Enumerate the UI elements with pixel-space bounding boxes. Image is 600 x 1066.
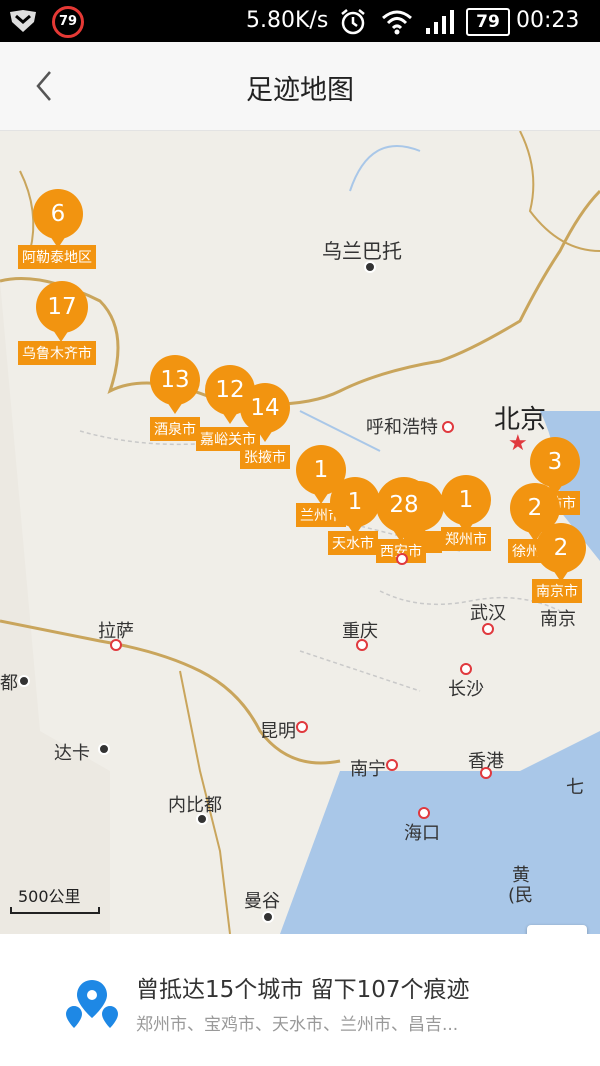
- visited-cities: 郑州市、宝鸡市、天水市、兰州市、昌吉...: [136, 1015, 459, 1035]
- marker-label-jiuquan: 酒泉市: [150, 417, 200, 441]
- map-label-haikou: 海口: [404, 823, 440, 844]
- footprint-marker-altay[interactable]: 6: [33, 189, 83, 248]
- map-label-kunming: 昆明: [260, 721, 296, 742]
- zoom-in-button[interactable]: +: [527, 925, 587, 934]
- map-label-qi: 七: [566, 777, 584, 798]
- map-label-min: (民: [508, 885, 534, 906]
- footprint-marker-zhengzhou[interactable]: 1: [441, 475, 491, 534]
- city-dot: [386, 759, 398, 771]
- signal-icon: [426, 10, 454, 34]
- footprint-marker-zhangye[interactable]: 14: [240, 383, 290, 442]
- footprint-marker-xian[interactable]: 28: [376, 477, 432, 542]
- map-label-huhehaote: 呼和浩特: [366, 417, 438, 438]
- footprint-marker-jiuquan[interactable]: 13: [150, 355, 200, 414]
- city-dot: [110, 639, 122, 651]
- shield-icon: [10, 10, 36, 32]
- map-label-mangu: 曼谷: [244, 891, 280, 912]
- city-dot: [98, 743, 110, 755]
- summary-panel[interactable]: 曾抵达15个城市 留下107个痕迹 郑州市、宝鸡市、天水市、兰州市、昌吉...: [0, 934, 600, 1066]
- network-speed: 5.80K/s: [246, 8, 329, 33]
- zoom-controls: + −: [527, 925, 587, 934]
- clock: 00:23: [516, 8, 580, 33]
- city-dot: [482, 623, 494, 635]
- footprint-map[interactable]: 乌兰巴托 北京 ★ 呼和浩特 拉萨 重庆 武汉 南京 长沙 都 昆明 达卡 南宁…: [0, 131, 600, 934]
- page-title: 足迹地图: [246, 75, 354, 106]
- wifi-icon: [382, 10, 412, 35]
- map-label-daka: 达卡: [54, 743, 90, 764]
- marker-label-tianshui: 天水市: [328, 531, 378, 555]
- map-label-nanning: 南宁: [350, 759, 386, 780]
- summary-title: 曾抵达15个城市 留下107个痕迹: [136, 977, 470, 1003]
- marker-label-nanjing: 南京市: [532, 579, 582, 603]
- notification-badge: 79: [52, 6, 84, 38]
- capital-star-icon: ★: [508, 431, 528, 456]
- app-header: 足迹地图: [0, 42, 600, 131]
- map-label-du: 都: [0, 673, 18, 694]
- city-dot: [196, 813, 208, 825]
- city-dot: [442, 421, 454, 433]
- city-dot: [460, 663, 472, 675]
- scale-bar: [10, 907, 100, 914]
- city-dot: [18, 675, 30, 687]
- alarm-icon: [341, 9, 365, 35]
- city-dot: [262, 911, 274, 923]
- city-dot: [418, 807, 430, 819]
- status-bar: 79 5.80K/s 79 00:23: [0, 0, 600, 42]
- marker-label-zhangye: 张掖市: [240, 445, 290, 469]
- map-label-changsha: 长沙: [448, 679, 484, 700]
- city-dot: [296, 721, 308, 733]
- marker-label-altay: 阿勒泰地区: [18, 245, 96, 269]
- scale-label: 500公里: [18, 887, 81, 906]
- footprint-marker-tianshui[interactable]: 1: [330, 477, 380, 536]
- footprint-marker-urumqi[interactable]: 17: [36, 281, 88, 342]
- marker-label-zhengzhou: 郑州市: [441, 527, 491, 551]
- footprint-marker-weifang[interactable]: 3: [530, 437, 580, 496]
- map-label-wulanbatuo: 乌兰巴托: [322, 239, 402, 263]
- city-dot: [396, 553, 408, 565]
- city-dot: [480, 767, 492, 779]
- city-dot: [356, 639, 368, 651]
- map-label-wuhan: 武汉: [470, 603, 506, 624]
- map-label-neibidu: 内比都: [168, 795, 222, 816]
- marker-label-urumqi: 乌鲁木齐市: [18, 341, 96, 365]
- location-pins-icon: [66, 980, 118, 1028]
- map-label-nanjing: 南京: [540, 609, 576, 630]
- footprint-marker-nanjing[interactable]: 2: [536, 523, 586, 582]
- battery-icon: 79: [466, 8, 510, 36]
